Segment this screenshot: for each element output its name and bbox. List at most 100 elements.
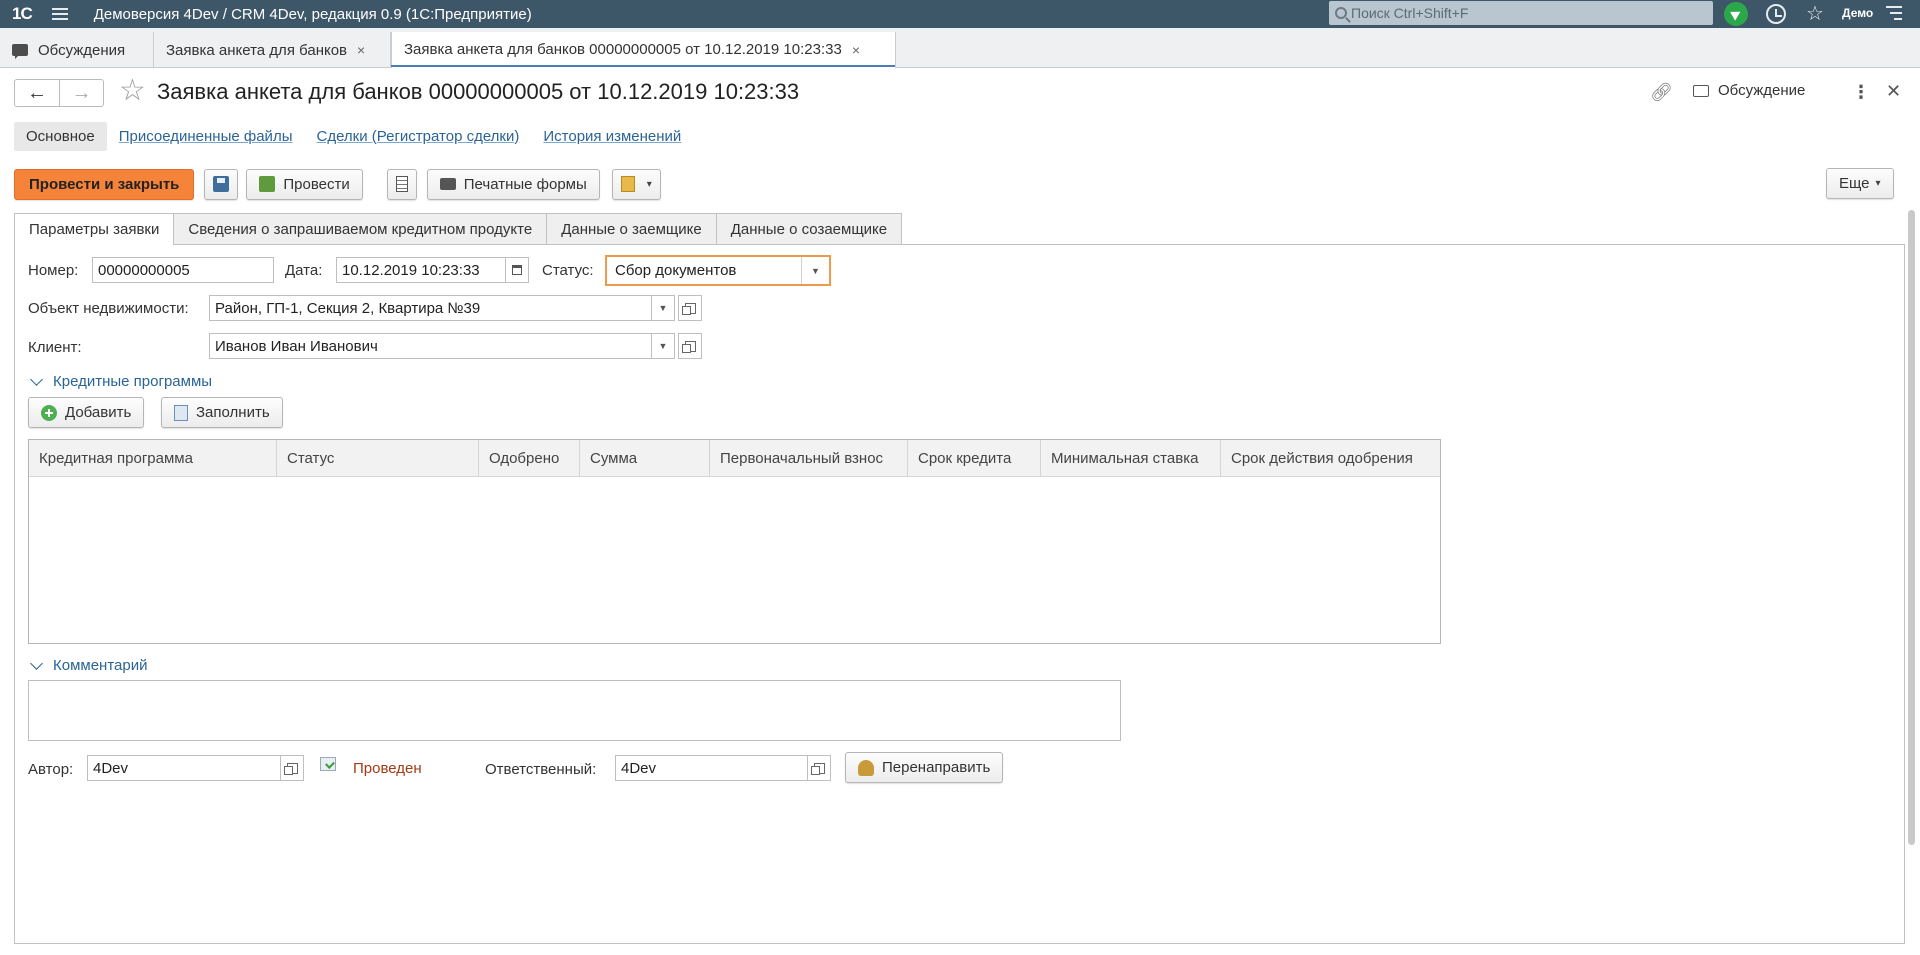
fill-button-label: Заполнить [196, 404, 270, 421]
client-dropdown-button[interactable]: ▼ [651, 333, 675, 359]
section-navigation: Основное Присоединенные файлы Сделки (Ре… [14, 121, 693, 151]
open-icon [681, 302, 696, 315]
settings-menu-icon[interactable] [1886, 6, 1902, 20]
section-change-history[interactable]: История изменений [531, 122, 693, 151]
property-field[interactable]: Район, ГП-1, Секция 2, Квартира №39 [209, 295, 652, 321]
responsible-open-button[interactable] [807, 755, 831, 781]
user-name[interactable]: Демо [1842, 6, 1873, 20]
column-credit-term[interactable]: Срок кредита [908, 440, 1041, 476]
favorites-star-icon[interactable]: ☆ [1806, 1, 1824, 26]
document-icon [620, 176, 635, 192]
property-label: Объект недвижимости: [28, 300, 189, 317]
property-dropdown-button[interactable]: ▼ [651, 295, 675, 321]
app-title: Демоверсия 4Dev / CRM 4Dev, редакция 0.9… [93, 5, 532, 23]
client-field[interactable]: Иванов Иван Иванович [209, 333, 652, 359]
close-icon[interactable]: × [357, 42, 365, 58]
redirect-button[interactable]: Перенаправить [845, 752, 1004, 783]
more-actions-icon[interactable]: ⋮ [1852, 82, 1870, 103]
telegram-icon[interactable] [1724, 2, 1748, 26]
client-open-button[interactable] [678, 333, 702, 359]
number-field[interactable]: 00000000005 [92, 257, 274, 283]
post-icon [259, 176, 276, 192]
more-button[interactable]: Еще ▾ [1826, 168, 1894, 199]
add-icon [41, 404, 57, 421]
window-tab-label: Обсуждения [38, 41, 126, 59]
tab-request-params[interactable]: Параметры заявки [14, 213, 175, 245]
chevron-down-icon: ▾ [1875, 178, 1881, 189]
section-main[interactable]: Основное [14, 121, 107, 151]
tab-credit-product[interactable]: Сведения о запрашиваемом кредитном проду… [173, 213, 548, 244]
date-field[interactable]: 10.12.2019 10:23:33 [336, 257, 506, 283]
credit-programs-group[interactable]: Кредитные программы [28, 372, 212, 390]
author-field[interactable]: 4Dev [87, 755, 281, 781]
column-approved[interactable]: Одобрено [479, 440, 580, 476]
column-amount[interactable]: Сумма [580, 440, 710, 476]
link-icon[interactable]: 🔗︎ [1650, 82, 1673, 103]
author-open-button[interactable] [280, 755, 304, 781]
section-deals[interactable]: Сделки (Регистратор сделки) [304, 122, 531, 151]
form-title: Заявка анкета для банков 00000000005 от … [157, 79, 800, 104]
comment-group[interactable]: Комментарий [28, 656, 147, 674]
close-form-icon[interactable]: ✕ [1886, 81, 1901, 102]
back-arrow-icon[interactable]: ← [15, 80, 59, 106]
tab-borrower[interactable]: Данные о заемщике [546, 213, 717, 244]
app-logo: 1С [12, 4, 33, 23]
window-tab-label: Заявка анкета для банков 00000000005 от … [404, 41, 842, 58]
title-bar: 1С Демоверсия 4Dev / CRM 4Dev, редакция … [0, 0, 1920, 28]
number-label: Номер: [28, 262, 79, 279]
document-list-button[interactable] [386, 168, 417, 200]
fill-button[interactable]: Заполнить [161, 397, 283, 428]
redirect-button-label: Перенаправить [882, 759, 991, 776]
global-search-input[interactable]: Поиск Ctrl+Shift+F [1329, 1, 1713, 25]
add-button[interactable]: Добавить [28, 397, 145, 428]
client-label: Клиент: [28, 339, 82, 356]
main-menu-icon[interactable] [51, 8, 68, 20]
status-select[interactable]: Сбор документов ▼ [605, 255, 831, 286]
favorite-star-icon[interactable]: ☆ [119, 76, 146, 106]
column-min-rate[interactable]: Минимальная ставка [1041, 440, 1221, 476]
close-icon[interactable]: × [852, 42, 860, 58]
dropdown-arrow-icon[interactable]: ▼ [801, 257, 829, 284]
chat-icon [12, 44, 28, 59]
window-tab-bank-forms[interactable]: Заявка анкета для банков × [154, 32, 391, 68]
discussion-label: Обсуждение [1718, 82, 1806, 99]
form-tabs: Параметры заявки Сведения о запрашиваемо… [14, 213, 903, 245]
open-icon [283, 762, 298, 775]
save-button[interactable] [204, 168, 239, 200]
window-tab-discussions[interactable]: Обсуждения [0, 32, 154, 68]
credit-programs-table[interactable]: Кредитная программа Статус Одобрено Сумм… [28, 439, 1441, 644]
window-tab-label: Заявка анкета для банков [166, 41, 348, 59]
column-credit-program[interactable]: Кредитная программа [29, 440, 277, 476]
tab-co-borrower[interactable]: Данные о созаемщике [715, 213, 903, 244]
print-forms-button[interactable]: Печатные формы [426, 168, 600, 200]
column-approval-validity[interactable]: Срок действия одобрения [1221, 440, 1440, 476]
vertical-scrollbar[interactable] [1908, 210, 1915, 845]
active-tab-indicator [391, 65, 895, 67]
property-open-button[interactable] [678, 295, 702, 321]
forward-arrow-icon[interactable]: → [58, 80, 103, 106]
date-label: Дата: [285, 262, 323, 279]
print-forms-label: Печатные формы [463, 175, 587, 193]
search-icon [1335, 7, 1347, 19]
open-icon [681, 340, 696, 353]
post-button-label: Провести [283, 175, 350, 193]
search-placeholder: Поиск Ctrl+Shift+F [1351, 5, 1469, 21]
open-icon [810, 762, 825, 775]
status-value: Сбор документов [615, 262, 737, 279]
responsible-field[interactable]: 4Dev [615, 755, 808, 781]
discussion-button[interactable]: Обсуждение [1693, 82, 1805, 99]
dropdown-arrow-icon: ▼ [658, 341, 668, 351]
column-status[interactable]: Статус [277, 440, 479, 476]
open-windows-bar: Обсуждения Заявка анкета для банков × За… [0, 28, 1920, 69]
history-icon[interactable] [1766, 4, 1786, 24]
calendar-button[interactable] [505, 257, 529, 283]
section-attached-files[interactable]: Присоединенные файлы [107, 122, 305, 151]
create-based-on-button[interactable]: ▾ [611, 168, 661, 200]
chevron-down-icon [30, 372, 43, 386]
chevron-down-icon: ▾ [646, 178, 652, 190]
comment-field[interactable] [28, 680, 1121, 741]
post-button[interactable]: Провести [246, 168, 363, 200]
window-tab-current-form[interactable]: Заявка анкета для банков 00000000005 от … [391, 32, 896, 69]
post-and-close-button[interactable]: Провести и закрыть [14, 168, 195, 200]
column-down-payment[interactable]: Первоначальный взнос [710, 440, 908, 476]
